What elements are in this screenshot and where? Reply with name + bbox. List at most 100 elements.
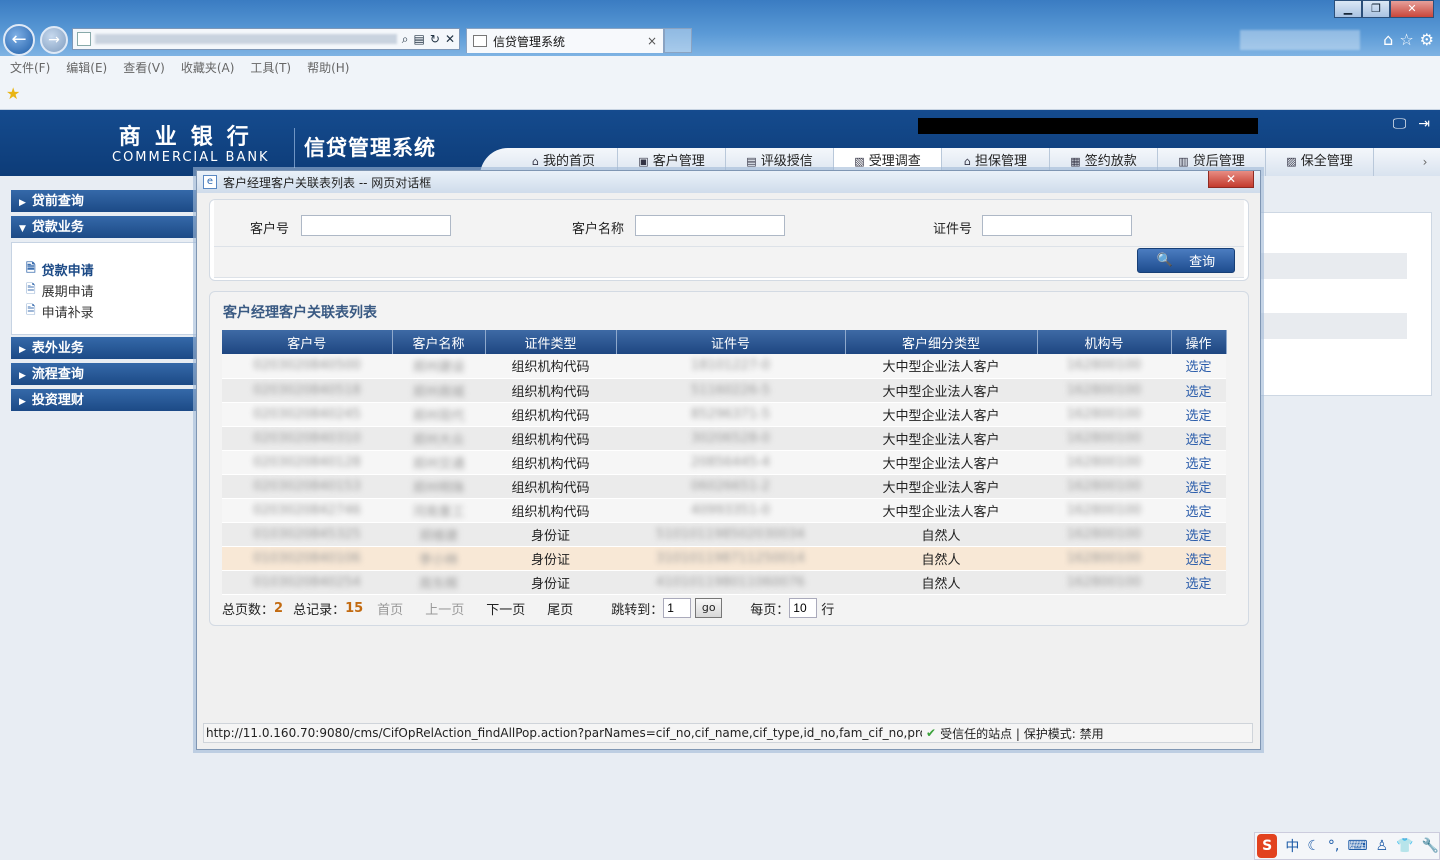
moon-icon[interactable]: ☾ [1307, 838, 1320, 854]
keyboard-icon[interactable]: ⌨ [1347, 838, 1367, 854]
select-link[interactable]: 选定 [1185, 360, 1211, 375]
cell-action[interactable]: 选定 [1171, 522, 1226, 547]
select-link[interactable]: 选定 [1185, 385, 1211, 400]
punctuation-icon[interactable]: °, [1328, 838, 1339, 854]
cell-action[interactable]: 选定 [1171, 570, 1226, 595]
forward-button[interactable]: → [40, 26, 68, 54]
per-page-input[interactable] [789, 598, 818, 618]
table-row[interactable]: 0203020842746 河南重工 组织机构代码 40993351-0 大中型企业法人… [222, 498, 1226, 523]
nav-scroll-right-icon[interactable]: › [1410, 148, 1440, 176]
menu-item[interactable]: 查看(V) [123, 59, 165, 76]
select-link[interactable]: 选定 [1185, 529, 1211, 544]
sidebar-item[interactable]: 🗎 展期申请 [26, 280, 196, 301]
column-header[interactable]: 客户名称 [392, 330, 486, 354]
column-header[interactable]: 证件类型 [485, 330, 617, 354]
cust-name-input[interactable] [635, 215, 785, 236]
background-row [1261, 253, 1407, 279]
search-icon[interactable]: ⌕ [402, 32, 409, 47]
select-link[interactable]: 选定 [1185, 481, 1211, 496]
menu-item[interactable]: 文件(F) [10, 59, 50, 76]
sidebar-item[interactable]: 🗎 贷款申请 [26, 259, 196, 280]
table-row[interactable]: 0103020840254 周东辉 身份证 410101198011060076 自然人… [222, 570, 1226, 595]
add-favorite-icon[interactable]: ★ [6, 84, 20, 103]
table-row[interactable]: 0203020840500 郑州建设 组织机构代码 18101227-0 大中型企业法人… [222, 354, 1226, 379]
close-window-button[interactable]: ✕ [1390, 0, 1434, 18]
column-header[interactable]: 客户号 [222, 330, 393, 354]
column-header[interactable]: 机构号 [1037, 330, 1172, 354]
sidebar-group-0[interactable]: ▶ 贷前查询 [11, 190, 197, 214]
column-header[interactable]: 客户细分类型 [845, 330, 1038, 354]
select-link[interactable]: 选定 [1185, 505, 1211, 520]
browser-search-redacted[interactable] [1240, 30, 1360, 50]
gear-icon[interactable]: ⚙ [1420, 30, 1434, 49]
favorites-star-icon[interactable]: ☆ [1399, 30, 1413, 49]
dialog-titlebar: e 客户经理客户关联表列表 -- 网页对话框 [197, 171, 1260, 193]
cell-text: 162800100 [1066, 358, 1142, 374]
browser-tab[interactable]: 信贷管理系统 × [466, 28, 664, 53]
back-button[interactable]: ← [3, 24, 35, 56]
tab-close-icon[interactable]: × [647, 34, 657, 48]
cell-action[interactable]: 选定 [1171, 498, 1226, 523]
home-icon[interactable]: ⌂ [1383, 30, 1393, 49]
new-tab-button[interactable] [664, 28, 692, 53]
cell-text: 郑州建设 [412, 360, 465, 376]
jump-page-input[interactable] [663, 598, 692, 618]
table-row[interactable]: 0103020845325 郑维建 身份证 510101198502030034 自然人… [222, 522, 1226, 547]
table-row[interactable]: 0203020840245 郑州现代 组织机构代码 85296371-5 大中型企业法人… [222, 402, 1226, 427]
refresh-icon[interactable]: ↻ [430, 32, 440, 46]
cell-action[interactable]: 选定 [1171, 402, 1226, 427]
cell-action[interactable]: 选定 [1171, 378, 1226, 403]
menu-item[interactable]: 帮助(H) [307, 59, 349, 76]
address-bar[interactable]: ⌕ ▤ ↻ ✕ [72, 28, 460, 50]
sidebar-item[interactable]: 🗎 申请补录 [26, 301, 196, 322]
column-header[interactable]: 证件号 [616, 330, 846, 354]
first-page-link[interactable]: 首页 [377, 599, 403, 618]
logout-icon[interactable]: ⇥ [1418, 116, 1430, 132]
next-page-link[interactable]: 下一页 [486, 599, 525, 618]
select-link[interactable]: 选定 [1185, 577, 1211, 592]
cell-action[interactable]: 选定 [1171, 426, 1226, 451]
cell-action[interactable]: 选定 [1171, 546, 1226, 571]
compat-view-icon[interactable]: ▤ [414, 32, 425, 46]
cell-action[interactable]: 选定 [1171, 474, 1226, 499]
select-link[interactable]: 选定 [1185, 409, 1211, 424]
nav-tab-preserve[interactable]: ▨ 保全管理 [1266, 148, 1374, 176]
sidebar-item-label: 贷款申请 [41, 264, 94, 279]
sidebar-group-3[interactable]: ▶ 流程查询 [11, 363, 197, 387]
sidebar-group-2[interactable]: ▶ 表外业务 [11, 337, 197, 361]
dialog-close-button[interactable]: ✕ [1208, 171, 1254, 188]
select-link[interactable]: 选定 [1185, 553, 1211, 568]
sidebar-group-1[interactable]: ▼ 贷款业务 [11, 216, 197, 240]
table-row[interactable]: 0203020840518 郑州商城 组织机构代码 51160226-5 大中型企业法人… [222, 378, 1226, 403]
table-row[interactable]: 0203020840128 郑州交通 组织机构代码 20856445-4 大中型企业法人… [222, 450, 1226, 475]
cell-action[interactable]: 选定 [1171, 450, 1226, 475]
cell-action[interactable]: 选定 [1171, 354, 1226, 379]
select-link[interactable]: 选定 [1185, 457, 1211, 472]
minimize-button[interactable]: ▁ [1334, 0, 1362, 18]
shirt-icon[interactable]: 👕 [1396, 838, 1413, 854]
go-button[interactable]: go [695, 598, 723, 618]
search-form-inner: 客户号 客户名称 证件号 🔍 查询 [214, 200, 1244, 278]
desktop-icon[interactable]: 🖵 [1393, 116, 1407, 132]
maximize-button[interactable]: ❐ [1362, 0, 1390, 18]
table-row[interactable]: 0103020840106 李小林 身份证 310101198711250014 自然人… [222, 546, 1226, 571]
wrench-icon[interactable]: 🔧 [1422, 838, 1439, 854]
last-page-link[interactable]: 尾页 [547, 599, 573, 618]
menu-item[interactable]: 工具(T) [250, 59, 291, 76]
id-no-input[interactable] [982, 215, 1132, 236]
menu-item[interactable]: 编辑(E) [66, 59, 107, 76]
menu-item[interactable]: 收藏夹(A) [181, 59, 235, 76]
sogou-ime-icon[interactable]: S [1257, 834, 1278, 858]
table-row[interactable]: 0203020840310 郑州大众 组织机构代码 30206528-0 大中型企业法人… [222, 426, 1226, 451]
cust-no-input[interactable] [301, 215, 451, 236]
cell-cust-no: 0203020840518 [222, 378, 392, 403]
stop-icon[interactable]: ✕ [445, 32, 455, 46]
sidebar-group-4[interactable]: ▶ 投资理财 [11, 389, 197, 413]
table-row[interactable]: 0203020840153 郑州明珠 组织机构代码 06026651-2 大中型企业法人… [222, 474, 1226, 499]
prev-page-link[interactable]: 上一页 [425, 599, 464, 618]
column-header[interactable]: 操作 [1171, 330, 1227, 354]
query-button[interactable]: 🔍 查询 [1137, 248, 1235, 273]
ime-lang-indicator[interactable]: 中 [1285, 836, 1299, 856]
select-link[interactable]: 选定 [1185, 433, 1211, 448]
user-icon[interactable]: ♙ [1376, 838, 1389, 854]
